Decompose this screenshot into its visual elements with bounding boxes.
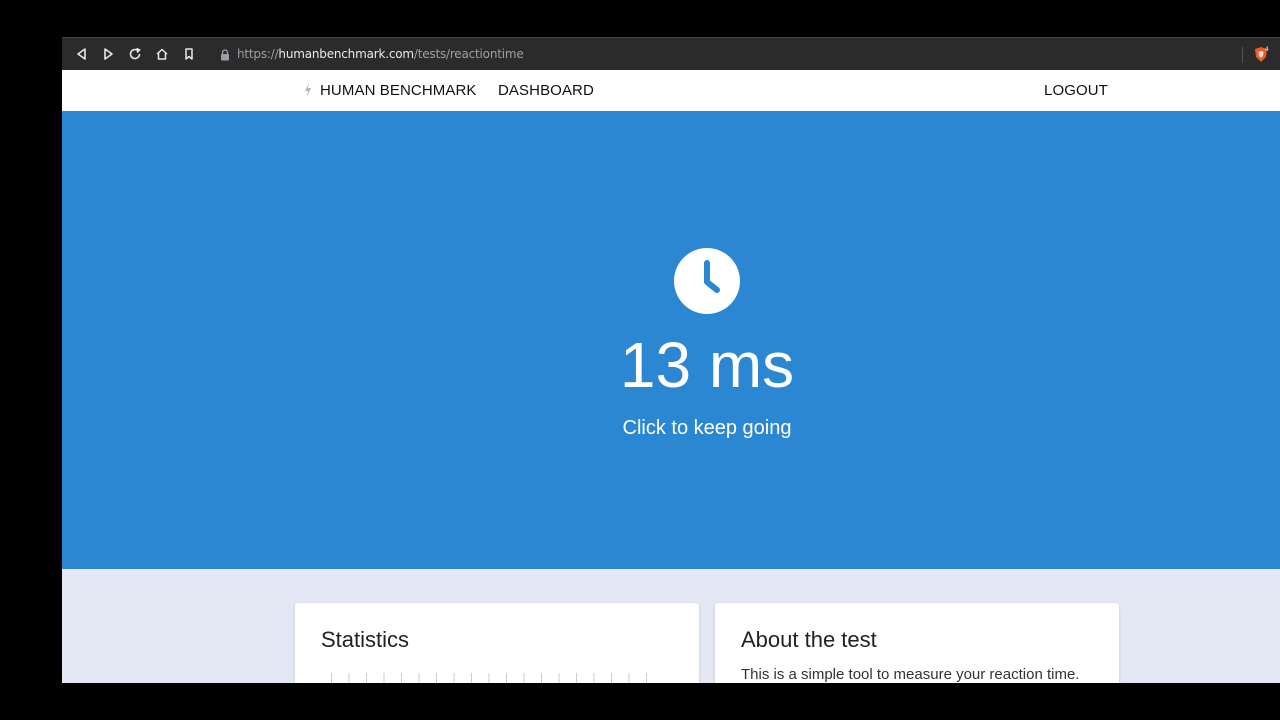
browser-toolbar: https://humanbenchmark.com/tests/reactio…	[62, 37, 1280, 70]
keep-going-hint: Click to keep going	[622, 417, 792, 439]
reaction-time-result: 13 ms	[619, 329, 795, 401]
logout-link[interactable]: LOGOUT	[1044, 82, 1108, 99]
brave-shield-icon[interactable]: 4	[1253, 46, 1269, 63]
browser-window: https://humanbenchmark.com/tests/reactio…	[62, 37, 1280, 683]
reaction-test-area[interactable]: 13 ms Click to keep going	[62, 111, 1280, 569]
dashboard-link[interactable]: DASHBOARD	[498, 82, 594, 99]
url-path: /tests/reactiontime	[413, 47, 524, 61]
about-card: About the test This is a simple tool to …	[715, 603, 1119, 683]
brave-badge-count: 4	[1265, 46, 1269, 53]
statistics-title: Statistics	[321, 627, 410, 652]
reload-icon[interactable]	[127, 46, 143, 62]
forward-icon[interactable]	[100, 46, 116, 62]
about-title: About the test	[741, 627, 877, 652]
home-icon[interactable]	[154, 46, 170, 62]
clock-icon	[674, 248, 740, 314]
address-text[interactable]: https://humanbenchmark.com/tests/reactio…	[237, 47, 524, 61]
lock-icon	[221, 49, 229, 61]
statistics-chart-ticks	[331, 673, 661, 683]
back-icon[interactable]	[74, 46, 90, 62]
url-prefix: https://	[237, 47, 279, 61]
brand-link[interactable]: HUMAN BENCHMARK	[320, 82, 477, 99]
statistics-card: Statistics	[295, 603, 699, 683]
toolbar-divider	[1242, 47, 1243, 63]
bolt-icon	[305, 83, 311, 97]
url-host: humanbenchmark.com	[278, 47, 414, 61]
site-navbar: HUMAN BENCHMARK DASHBOARD LOGOUT	[62, 70, 1280, 111]
about-text: This is a simple tool to measure your re…	[741, 666, 1080, 683]
bookmark-icon[interactable]	[181, 46, 197, 62]
